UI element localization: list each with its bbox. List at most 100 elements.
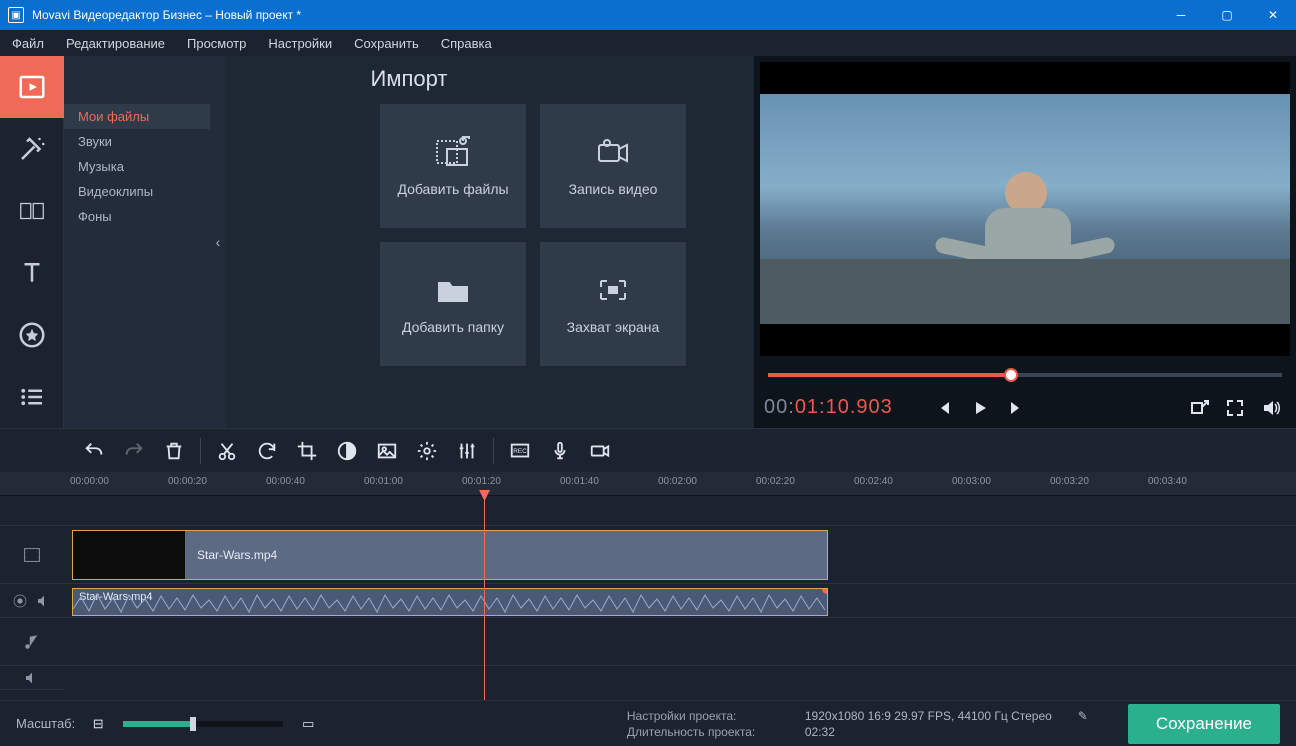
menu-edit[interactable]: Редактирование <box>66 36 165 51</box>
import-cat-sounds[interactable]: Звуки <box>64 129 210 154</box>
video-track[interactable]: Star-Wars.mp4 <box>64 526 1296 584</box>
zoom-fill <box>123 721 190 727</box>
prev-frame-button[interactable] <box>929 393 959 423</box>
fullscreen-button[interactable] <box>1220 393 1250 423</box>
cut-button[interactable] <box>209 433 245 469</box>
zoom-slider[interactable] <box>123 721 283 727</box>
timeline-tracks: Star-Wars.mp4 Star-Wars.mp4 <box>0 496 1296 700</box>
video-clip[interactable]: Star-Wars.mp4 <box>72 530 828 580</box>
detach-preview-button[interactable] <box>1184 393 1214 423</box>
menu-settings[interactable]: Настройки <box>268 36 332 51</box>
delete-button[interactable] <box>156 433 192 469</box>
ruler-tick: 00:00:40 <box>266 476 305 487</box>
import-header: Импорт <box>64 66 754 92</box>
project-duration-label: Длительность проекта: <box>627 725 787 739</box>
zoom-handle[interactable] <box>190 717 196 731</box>
ruler-tick: 00:02:40 <box>854 476 893 487</box>
menu-bar: Файл Редактирование Просмотр Настройки С… <box>0 30 1296 56</box>
play-button[interactable] <box>965 393 995 423</box>
progress-fill <box>768 373 1004 377</box>
audio-clip[interactable]: Star-Wars.mp4 <box>72 588 828 616</box>
ruler-tick: 00:00:00 <box>70 476 109 487</box>
audio-track-header[interactable] <box>0 584 64 618</box>
clip-properties-button[interactable] <box>409 433 445 469</box>
import-cat-backgrounds[interactable]: Фоны <box>64 204 210 229</box>
collapse-sidebar-button[interactable]: ‹ <box>210 56 226 428</box>
project-settings-value: 1920x1080 16:9 29.97 FPS, 44100 Гц Стере… <box>805 709 1052 723</box>
progress-track[interactable] <box>768 373 1282 377</box>
rail-import-button[interactable] <box>0 56 64 118</box>
status-bar: Масштаб: ⊟ ▭ Настройки проекта: 1920x108… <box>0 700 1296 746</box>
import-cards: Добавить файлы Запись видео Добавить пап… <box>380 104 686 428</box>
main-area: Импорт Мои файлы Звуки Музыка Видеоклипы… <box>0 56 1296 428</box>
timecode-gray: 00: <box>764 396 795 418</box>
undo-button[interactable] <box>76 433 112 469</box>
color-adjust-button[interactable] <box>329 433 365 469</box>
film-music-icon <box>433 135 473 169</box>
app-logo-icon: ▣ <box>8 7 24 23</box>
zoom-out-button[interactable]: ⊟ <box>83 709 113 739</box>
project-duration-value: 02:32 <box>805 725 835 739</box>
music-track-header[interactable] <box>0 618 64 666</box>
aspect-button[interactable] <box>369 433 405 469</box>
ruler-tick: 00:01:00 <box>364 476 403 487</box>
record-screen-button[interactable]: REC <box>502 433 538 469</box>
menu-save[interactable]: Сохранить <box>354 36 419 51</box>
ruler-tick: 00:03:40 <box>1148 476 1187 487</box>
add-folder-card[interactable]: Добавить папку <box>380 242 526 366</box>
toolbar-separator <box>493 438 494 464</box>
rail-stickers-button[interactable] <box>0 304 64 366</box>
record-audio-button[interactable] <box>542 433 578 469</box>
close-button[interactable]: ✕ <box>1250 0 1296 30</box>
preview-video[interactable] <box>760 62 1290 356</box>
add-files-card[interactable]: Добавить файлы <box>380 104 526 228</box>
next-frame-button[interactable] <box>1001 393 1031 423</box>
menu-help[interactable]: Справка <box>441 36 492 51</box>
title-bar: ▣ Movavi Видеоредактор Бизнес – Новый пр… <box>0 0 1296 30</box>
timeline-toolbar: REC <box>0 428 1296 472</box>
redo-button[interactable] <box>116 433 152 469</box>
minimize-button[interactable]: ─ <box>1158 0 1204 30</box>
menu-view[interactable]: Просмотр <box>187 36 246 51</box>
import-cat-clips[interactable]: Видеоклипы <box>64 179 210 204</box>
edit-project-settings-button[interactable]: ✎ <box>1078 709 1088 723</box>
record-webcam-button[interactable] <box>582 433 618 469</box>
export-button[interactable]: Сохранение <box>1128 704 1280 744</box>
import-cat-music[interactable]: Музыка <box>64 154 210 179</box>
ruler-tick: 00:02:00 <box>658 476 697 487</box>
progress-handle[interactable] <box>1004 368 1018 382</box>
linked-audio-track[interactable]: Star-Wars.mp4 <box>64 584 1296 618</box>
video-clip-label: Star-Wars.mp4 <box>197 548 277 562</box>
menu-file[interactable]: Файл <box>12 36 44 51</box>
svg-text:REC: REC <box>513 447 527 454</box>
track-spacer <box>0 496 64 526</box>
rail-filters-button[interactable] <box>0 118 64 180</box>
record-video-card[interactable]: Запись видео <box>540 104 686 228</box>
rail-titles-button[interactable] <box>0 242 64 304</box>
extra-track-header[interactable] <box>0 666 64 690</box>
timeline-ruler[interactable]: 00:00:00 00:00:20 00:00:40 00:01:00 00:0… <box>0 472 1296 496</box>
toolbar-separator <box>200 438 201 464</box>
rail-more-button[interactable] <box>0 366 64 428</box>
screen-capture-card[interactable]: Захват экрана <box>540 242 686 366</box>
equalizer-button[interactable] <box>449 433 485 469</box>
ruler-tick: 00:03:20 <box>1050 476 1089 487</box>
timecode-red: 01:10.903 <box>795 396 893 418</box>
zoom-fit-button[interactable]: ▭ <box>293 709 323 739</box>
timeline: 00:00:00 00:00:20 00:00:40 00:01:00 00:0… <box>0 472 1296 700</box>
crop-button[interactable] <box>289 433 325 469</box>
playhead[interactable] <box>484 496 485 700</box>
extra-track[interactable] <box>64 666 1296 690</box>
track-area[interactable]: Star-Wars.mp4 Star-Wars.mp4 <box>64 496 1296 700</box>
volume-button[interactable] <box>1256 393 1286 423</box>
music-track[interactable] <box>64 618 1296 666</box>
rotate-button[interactable] <box>249 433 285 469</box>
rail-transitions-button[interactable] <box>0 180 64 242</box>
maximize-button[interactable]: ▢ <box>1204 0 1250 30</box>
ruler-tick: 00:00:20 <box>168 476 207 487</box>
video-track-header[interactable] <box>0 526 64 584</box>
project-info: Настройки проекта: 1920x1080 16:9 29.97 … <box>627 709 1088 739</box>
import-cat-my-files[interactable]: Мои файлы <box>64 104 210 129</box>
track-headers <box>0 496 64 700</box>
preview-progress[interactable] <box>754 362 1296 388</box>
